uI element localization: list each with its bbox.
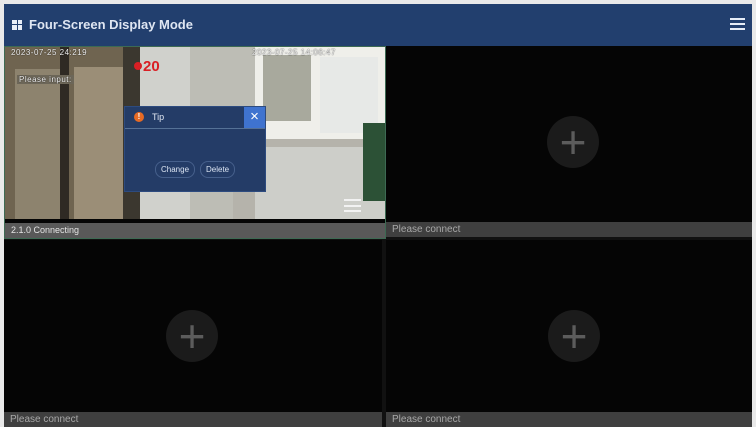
dialog-header: ! Tip × — [125, 107, 265, 129]
tip-dialog: ! Tip × Change Delete — [124, 106, 266, 192]
hamburger-menu-icon[interactable] — [730, 18, 745, 30]
camera-status: 2.1.0 Connecting — [5, 223, 385, 238]
add-camera-button[interactable]: + — [548, 310, 600, 362]
pane-status: Please connect — [4, 412, 382, 427]
svg-text:20: 20 — [143, 58, 160, 75]
warning-icon: ! — [134, 112, 144, 122]
dialog-title: Tip — [152, 112, 165, 122]
camera-pane-1[interactable]: 20 2023-07-25 24:219 2023-07-25 14:06:47… — [4, 46, 386, 239]
close-dialog-button[interactable]: × — [244, 107, 265, 128]
top-bar: Four-Screen Display Mode — [4, 4, 752, 46]
add-camera-button[interactable]: + — [166, 310, 218, 362]
four-grid-icon — [12, 19, 22, 30]
camera-pane-4[interactable]: + Please connect — [386, 240, 752, 427]
pane-status: Please connect — [386, 222, 752, 237]
add-camera-button[interactable]: + — [547, 116, 599, 168]
pane-status: Please connect — [386, 412, 752, 427]
page-title: Four-Screen Display Mode — [29, 17, 193, 32]
change-button[interactable]: Change — [155, 161, 196, 178]
delete-button[interactable]: Delete — [200, 161, 236, 178]
camera-time-left: 2023-07-25 24:219 — [11, 48, 88, 57]
camera-pane-3[interactable]: + Please connect — [4, 240, 382, 427]
camera-menu-icon[interactable] — [344, 199, 361, 212]
camera-time-right: 2023-07-25 14:06:47 — [252, 48, 336, 57]
camera-input-prompt: Please input: — [17, 75, 74, 84]
camera-pane-2[interactable]: + Please connect — [386, 46, 752, 237]
page-title-area: Four-Screen Display Mode — [12, 17, 193, 32]
